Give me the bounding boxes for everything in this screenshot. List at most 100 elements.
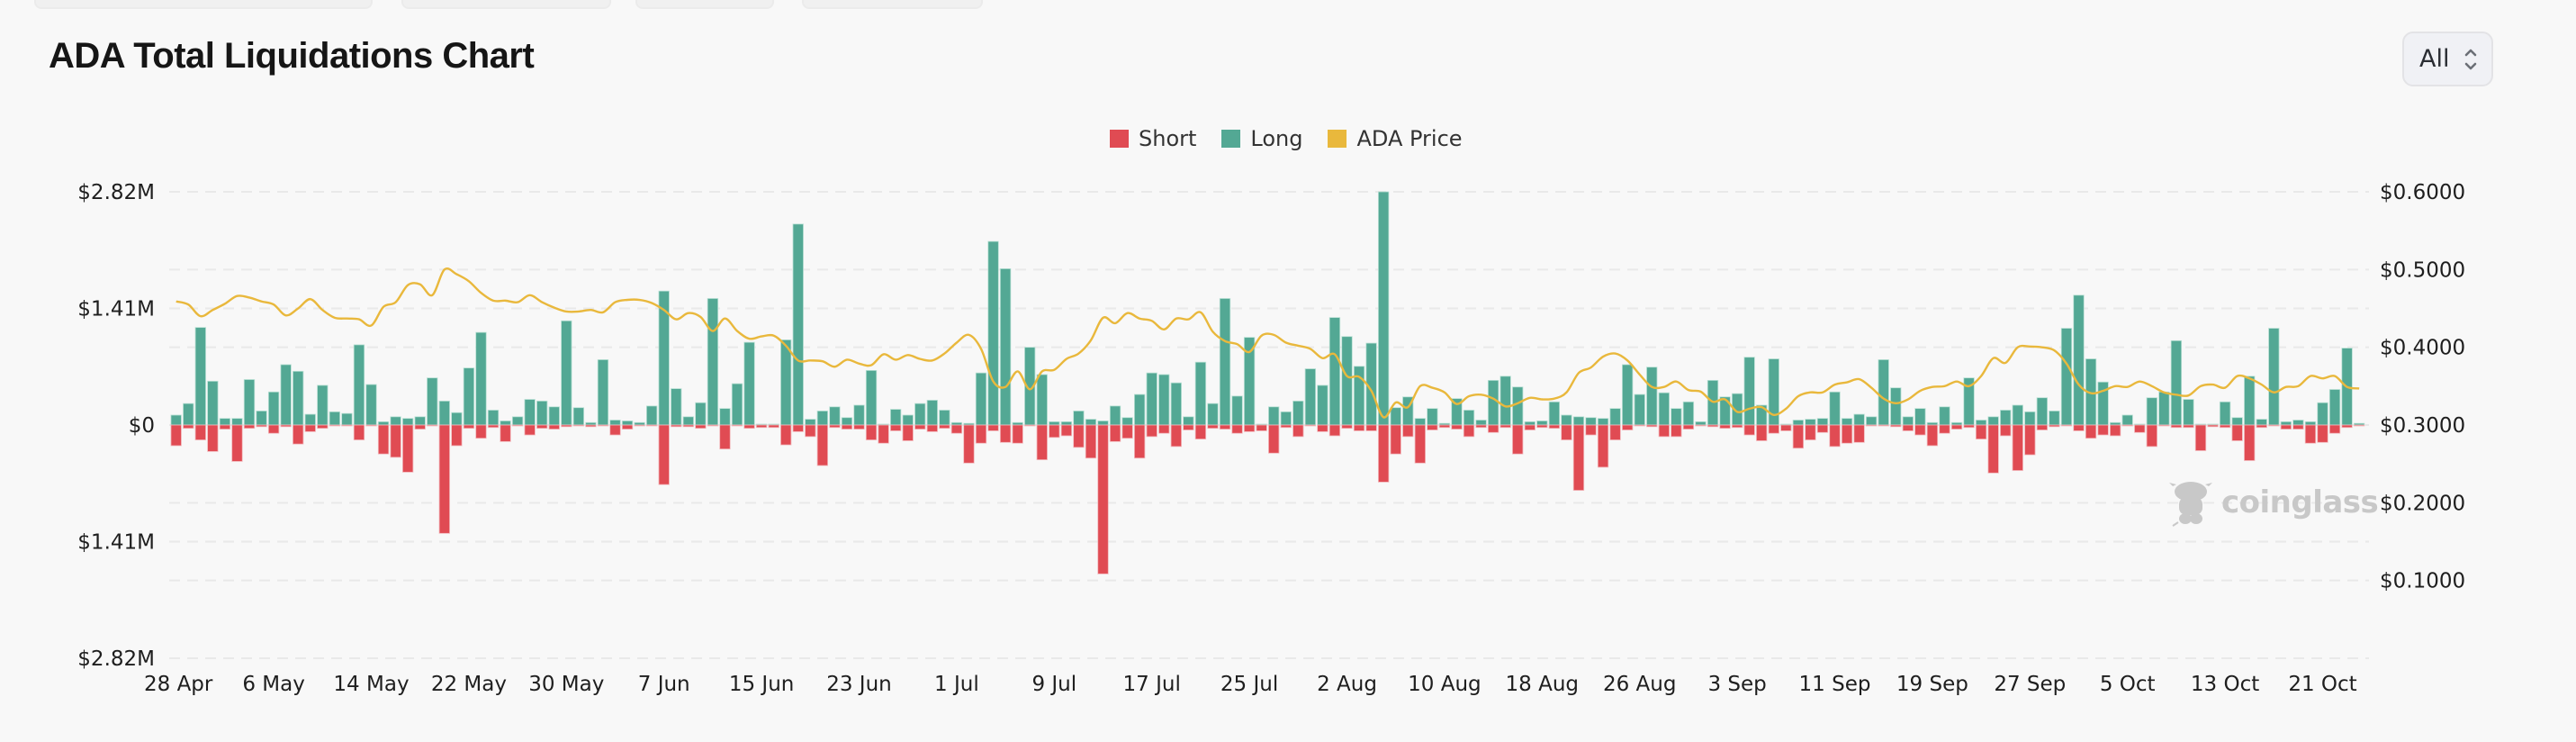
short-bar — [1304, 424, 1316, 427]
long-bar — [183, 403, 194, 426]
long-bar — [1841, 418, 1853, 426]
short-bar — [987, 424, 999, 431]
right-axis-tick-label: $0.3000 — [2380, 414, 2465, 438]
left-axis-tick-label: $1.41M — [77, 298, 155, 321]
short-bar — [902, 424, 914, 441]
short-bar — [805, 424, 816, 438]
short-bar — [1353, 424, 1365, 431]
short-bar — [1134, 424, 1146, 459]
long-bar — [2280, 421, 2292, 426]
short-bar — [621, 424, 634, 430]
short-bar — [1183, 424, 1194, 430]
short-bar — [646, 424, 658, 427]
long-bar — [293, 370, 304, 426]
short-bar — [1097, 424, 1109, 575]
right-axis-tick-label: $0.1000 — [2380, 570, 2465, 593]
short-bar — [170, 424, 182, 447]
long-bar — [401, 418, 414, 426]
short-bar — [365, 424, 377, 427]
short-bar — [2036, 424, 2049, 430]
short-bar — [1414, 424, 1426, 464]
short-bar — [524, 424, 536, 436]
long-bar — [780, 339, 792, 426]
long-bar — [1926, 421, 1939, 426]
long-bar — [1975, 420, 1987, 426]
long-bar — [2049, 410, 2060, 426]
long-bar — [1085, 419, 1097, 426]
short-bar — [231, 424, 243, 462]
short-bar — [939, 424, 950, 430]
long-bar — [2109, 421, 2121, 426]
long-bar — [365, 384, 377, 426]
long-bar — [353, 344, 365, 426]
short-bar — [2268, 424, 2280, 427]
long-bar — [1390, 407, 1401, 426]
short-bar — [1622, 424, 1634, 430]
long-bar — [377, 421, 390, 426]
short-bar — [682, 424, 694, 428]
short-bar — [1256, 424, 1267, 431]
long-bar — [1207, 403, 1219, 426]
short-bar — [743, 424, 755, 430]
long-bar — [1073, 410, 1085, 426]
short-bar — [1085, 424, 1097, 459]
short-bar — [572, 424, 584, 427]
right-axis-tick-label: $0.2000 — [2380, 492, 2465, 515]
short-bar — [1390, 424, 1401, 455]
liquidations-chart[interactable]: $2.82M $1.41M $0 $1.41M $2.82M $0.6000 $0.500… — [0, 0, 2576, 742]
x-axis-tick-label: 11 Sep — [1799, 673, 1871, 696]
long-bar — [1121, 417, 1133, 426]
short-bar — [1194, 424, 1207, 440]
short-bar — [2049, 424, 2060, 428]
short-bar — [1805, 424, 1816, 440]
short-bar — [1914, 424, 1926, 436]
right-axis-tick-label: $0.4000 — [2380, 337, 2465, 360]
short-bar — [1536, 424, 1548, 429]
long-bar — [1487, 380, 1500, 426]
short-bar — [2085, 424, 2097, 439]
long-bar — [987, 240, 999, 426]
short-bar — [1317, 424, 1329, 432]
short-bar — [719, 424, 731, 450]
short-bar — [950, 424, 963, 434]
short-bar — [755, 424, 768, 429]
short-bar — [1024, 424, 1036, 427]
short-bar — [609, 424, 621, 436]
short-bar — [1109, 424, 1121, 442]
long-bar — [231, 418, 243, 426]
long-bar — [1060, 421, 1072, 426]
short-bar — [853, 424, 865, 430]
x-axis-tick-label: 17 Jul — [1123, 673, 1181, 696]
long-bar — [1329, 317, 1341, 426]
long-bar — [816, 410, 828, 426]
short-bar — [390, 424, 401, 458]
long-bar — [1500, 376, 1511, 426]
long-bar — [170, 414, 182, 426]
long-bar — [1536, 421, 1548, 426]
short-bar — [2207, 424, 2219, 428]
long-bar — [1158, 374, 1170, 426]
long-bar — [1902, 416, 1914, 426]
short-bar — [427, 424, 438, 427]
short-bar — [475, 424, 487, 439]
right-y-axis: $0.6000 $0.5000 $0.4000 $0.3000 $0.2000 $0.10… — [2380, 181, 2465, 593]
short-bar — [914, 424, 926, 430]
short-bar — [1036, 424, 1048, 460]
short-bar — [1829, 424, 1841, 448]
short-bar — [658, 424, 670, 485]
short-bar — [1158, 424, 1170, 434]
long-bar — [975, 372, 987, 426]
long-bar — [1341, 336, 1353, 426]
short-bar — [536, 424, 548, 430]
short-bar — [816, 424, 828, 466]
short-bar — [2244, 424, 2256, 461]
long-bar — [256, 410, 267, 426]
x-axis-tick-label: 19 Sep — [1896, 673, 1968, 696]
short-bar — [414, 424, 426, 430]
long-bar — [1427, 408, 1438, 426]
short-bar — [1926, 424, 1939, 447]
watermark-text: coinglass — [2221, 484, 2379, 520]
short-bar — [1950, 424, 1963, 430]
long-bar — [1512, 386, 1524, 426]
long-bar — [1682, 401, 1695, 426]
